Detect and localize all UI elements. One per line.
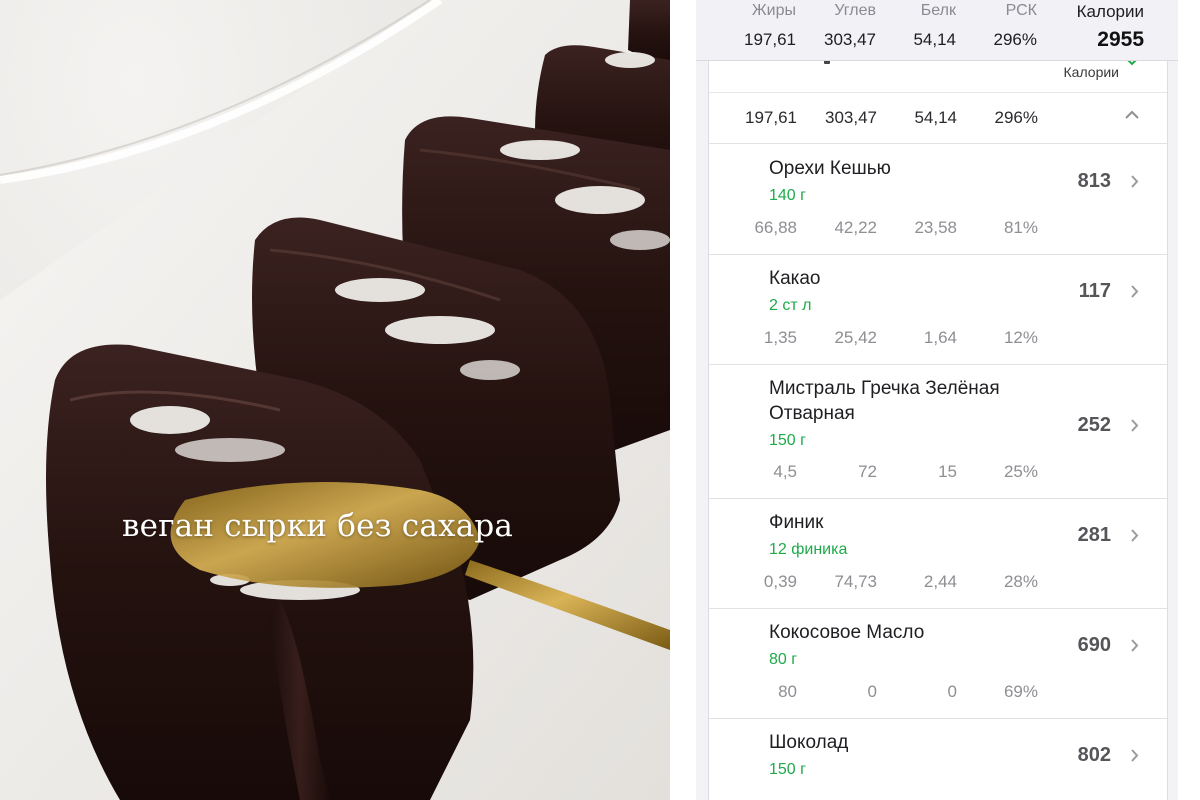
macro-protein: 15	[938, 462, 957, 481]
ingredient-quantity: 150 г	[769, 761, 806, 778]
ingredient-quantity: 140 г	[769, 187, 806, 204]
ingredient-calories: 281	[1077, 524, 1111, 546]
chevron-right-icon[interactable]	[1131, 419, 1139, 432]
rsk-header: РСК	[1005, 2, 1037, 19]
ingredient-calories: 690	[1077, 634, 1111, 656]
ingredient-macros: 0,39 74,73 2,44 28%	[709, 572, 1167, 596]
ingredient-macros: 4,5 72 15 25%	[709, 462, 1167, 486]
section-totals-row[interactable]: 197,61 303,47 54,14 296%	[709, 93, 1167, 143]
macro-protein: 2,44	[923, 572, 957, 591]
ingredient-calories: 813	[1077, 170, 1111, 192]
chevron-right-icon[interactable]	[1131, 285, 1139, 298]
macro-fat: 66,88	[754, 218, 797, 237]
ingredient-row[interactable]: Шоколад 150 г 802	[709, 718, 1167, 800]
ingredient-name: Кокосовое Масло	[769, 622, 925, 643]
ingredient-macros: 66,88 42,22 23,58 81%	[709, 218, 1167, 242]
chevron-right-icon[interactable]	[1131, 175, 1139, 188]
divider-gap	[670, 0, 696, 800]
chocolate-bars-illustration	[0, 0, 670, 800]
chevron-up-icon[interactable]	[1125, 110, 1139, 119]
macro-rsk: 25%	[1003, 462, 1038, 481]
macro-fat: 4,5	[773, 462, 797, 481]
ingredient-name: Орехи Кешью	[769, 158, 891, 179]
macro-carbs: 74,73	[834, 572, 877, 591]
ingredient-calories: 802	[1077, 744, 1111, 766]
macro-fat: 80	[778, 682, 797, 701]
macro-carbs: 42,22	[834, 218, 877, 237]
section-protein: 54,14	[914, 108, 957, 127]
ingredient-macros: 80 0 0 69%	[709, 682, 1167, 706]
carbs-total: 303,47	[824, 30, 876, 49]
ingredient-macros: 1,35 25,42 1,64 12%	[709, 328, 1167, 352]
macro-rsk: 69%	[1003, 682, 1038, 701]
macro-protein: 23,58	[914, 218, 957, 237]
ingredient-quantity: 80 г	[769, 651, 798, 668]
fat-header: Жиры	[751, 2, 796, 19]
section-carbs: 303,47	[825, 108, 877, 127]
calories-column-label: Калории	[1063, 64, 1119, 80]
ingredient-row[interactable]: Мистраль Гречка Зелёная Отварная 150 г 2…	[709, 364, 1167, 499]
video-caption: веган сырки без сахара	[122, 508, 514, 544]
macro-fat: 1,35	[763, 328, 797, 347]
chevron-right-icon[interactable]	[1131, 749, 1139, 762]
ingredient-row[interactable]: Орехи Кешью 140 г 813 66,88 42,22 23,58 …	[709, 144, 1167, 255]
protein-header: Белк	[920, 2, 956, 19]
ingredient-quantity: 12 финика	[769, 541, 848, 558]
rsk-total: 296%	[993, 30, 1037, 49]
macro-rsk: 28%	[1003, 572, 1038, 591]
fat-total: 197,61	[744, 30, 796, 49]
nutrition-app: Жиры Углев Белк РСК Калории 197,61 303,4…	[696, 0, 1178, 800]
chevron-right-icon[interactable]	[1131, 529, 1139, 542]
ingredient-name: Мистраль Гречка Зелёная Отварная	[769, 378, 1000, 424]
ingredient-name: Какао	[769, 268, 821, 289]
calories-total: 2955	[1097, 28, 1144, 51]
summary-header: Жиры Углев Белк РСК Калории 197,61 303,4…	[696, 0, 1178, 61]
ingredient-row[interactable]: Финик 12 финика 281 0,39 74,73 2,44 28%	[709, 498, 1167, 609]
carbs-header: Углев	[834, 2, 876, 19]
ingredient-name: Финик	[769, 512, 824, 533]
ingredient-quantity: 150 г	[769, 432, 806, 449]
macro-carbs: 25,42	[834, 328, 877, 347]
macro-fat: 0,39	[763, 572, 797, 591]
food-photo: веган сырки без сахара	[0, 0, 670, 800]
ingredient-calories: 117	[1078, 280, 1111, 302]
macro-rsk: 81%	[1003, 218, 1038, 237]
ingredient-quantity: 2 ст л	[769, 297, 812, 314]
macro-rsk: 12%	[1003, 328, 1038, 347]
calories-header: Калории	[1076, 2, 1144, 21]
macro-protein: 0	[947, 682, 957, 701]
ingredient-name: Шоколад	[769, 732, 849, 753]
section-rsk: 296%	[994, 108, 1038, 127]
ingredient-row[interactable]: Кокосовое Масло 80 г 690 80 0 0 69%	[709, 608, 1167, 719]
ingredient-row[interactable]: Какао 2 ст л 117 1,35 25,42 1,64 12%	[709, 254, 1167, 365]
section-fat: 197,61	[745, 108, 797, 127]
chevron-right-icon[interactable]	[1131, 639, 1139, 652]
ingredient-calories: 252	[1077, 414, 1111, 436]
macro-carbs: 72	[858, 462, 877, 481]
macro-carbs: 0	[867, 682, 877, 701]
macro-protein: 1,64	[923, 328, 957, 347]
meal-section: Калории 197,61 303,47 54,14 296% Орехи К…	[708, 58, 1168, 800]
protein-total: 54,14	[913, 30, 956, 49]
